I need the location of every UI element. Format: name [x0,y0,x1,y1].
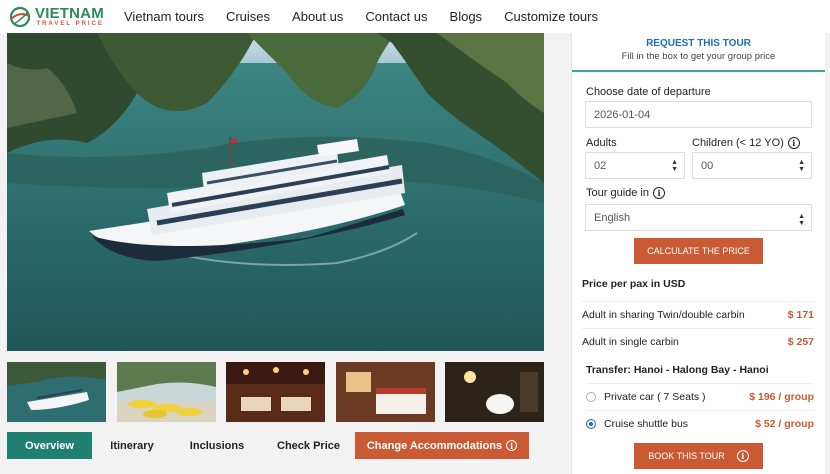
tour-tabs: Overview Itinerary Inclusions Check Pric… [7,432,529,459]
request-tour-panel: REQUEST THIS TOUR Fill in the box to get… [571,33,825,474]
radio-button-selected[interactable] [586,419,596,429]
thumbnail-cabin[interactable] [335,362,435,422]
price-row: Adult in single carbin $ 257 [582,328,814,355]
info-icon: i [506,440,518,451]
main-cruise-photo[interactable] [7,33,544,351]
nav-about-us[interactable]: About us [292,9,343,24]
tab-change-accommodations-label: Change Accommodations [366,439,503,452]
select-arrows-icon: ▲ ▼ [798,159,805,173]
info-icon: i [736,450,749,462]
transfer-price: $ 196 / group [749,391,814,403]
adults-label: Adults [586,137,617,149]
nav-cruises[interactable]: Cruises [226,9,270,24]
adults-value: 02 [594,159,607,172]
tab-inclusions[interactable]: Inclusions [172,432,262,459]
thumbnail-cruise-boat[interactable] [7,362,106,422]
thumbnail-kayaks[interactable] [116,362,216,422]
guide-label: Tour guide in i [586,187,665,199]
main-nav: Vietnam tours Cruises About us Contact u… [124,9,620,24]
brand-tagline: TRAVEL PRICE [36,21,104,27]
nav-blogs[interactable]: Blogs [450,9,483,24]
children-label: Children (< 12 YO) i [692,137,800,149]
transfer-title: Transfer: Hanoi - Halong Bay - Hanoi [586,364,769,376]
tab-change-accommodations[interactable]: Change Accommodations i [355,432,529,459]
thumbnail-bathroom[interactable] [445,362,544,422]
site-header: VIETNAM TRAVEL PRICE Vietnam tours Cruis… [0,0,830,33]
children-label-text: Children (< 12 YO) [692,137,784,149]
price-label: Adult in single carbin [582,336,679,348]
departure-label: Choose date of departure [586,86,711,98]
adults-select[interactable]: 02 ▲ ▼ [585,152,685,179]
guide-info-icon[interactable]: i [653,187,665,199]
photo-thumbnails [7,362,544,422]
guide-language-value: English [594,211,631,224]
panel-title: REQUEST THIS TOUR [646,38,751,49]
radio-button[interactable] [586,392,596,402]
select-arrows-icon: ▲ ▼ [671,159,678,173]
book-tour-label: BOOK THIS TOUR [648,451,725,461]
guide-language-select[interactable]: English ▲ ▼ [585,204,812,231]
transfer-option-private-car[interactable]: Private car ( 7 Seats ) $ 196 / group [586,383,814,410]
price-value: $ 171 [787,309,814,321]
nav-contact-us[interactable]: Contact us [365,9,427,24]
globe-logo-icon [8,5,32,29]
brand-name: VIETNAM [35,5,104,22]
tab-overview[interactable]: Overview [7,432,92,459]
tab-check-price[interactable]: Check Price [262,432,355,459]
price-label: Adult in sharing Twin/double carbin [582,309,745,321]
guide-label-text: Tour guide in [586,187,649,199]
nav-vietnam-tours[interactable]: Vietnam tours [124,9,204,24]
calculate-price-button[interactable]: CALCULATE THE PRICE [634,238,763,264]
panel-subtitle: Fill in the box to get your group price [621,51,776,62]
children-info-icon[interactable]: i [787,137,800,149]
transfer-label: Private car ( 7 Seats ) [604,391,706,403]
departure-date-value: 2026-01-04 [594,108,651,121]
transfer-price: $ 52 / group [755,418,814,430]
site-logo[interactable]: VIETNAM TRAVEL PRICE [8,5,106,29]
transfer-label: Cruise shuttle bus [604,418,689,430]
departure-date-input[interactable]: 2026-01-04 [585,101,812,128]
book-tour-button[interactable]: BOOK THIS TOUR i [634,443,763,469]
tab-itinerary[interactable]: Itinerary [92,432,172,459]
nav-customize-tours[interactable]: Customize tours [504,9,598,24]
price-per-pax-title: Price per pax in USD [582,278,686,290]
children-select[interactable]: 00 ▲ ▼ [692,152,812,179]
children-value: 00 [701,159,714,172]
select-arrows-icon: ▲ ▼ [798,213,805,227]
price-value: $ 257 [787,336,814,348]
price-row: Adult in sharing Twin/double carbin $ 17… [582,301,814,328]
transfer-option-shuttle-bus[interactable]: Cruise shuttle bus $ 52 / group [586,410,814,437]
thumbnail-dining-room[interactable] [226,362,325,422]
